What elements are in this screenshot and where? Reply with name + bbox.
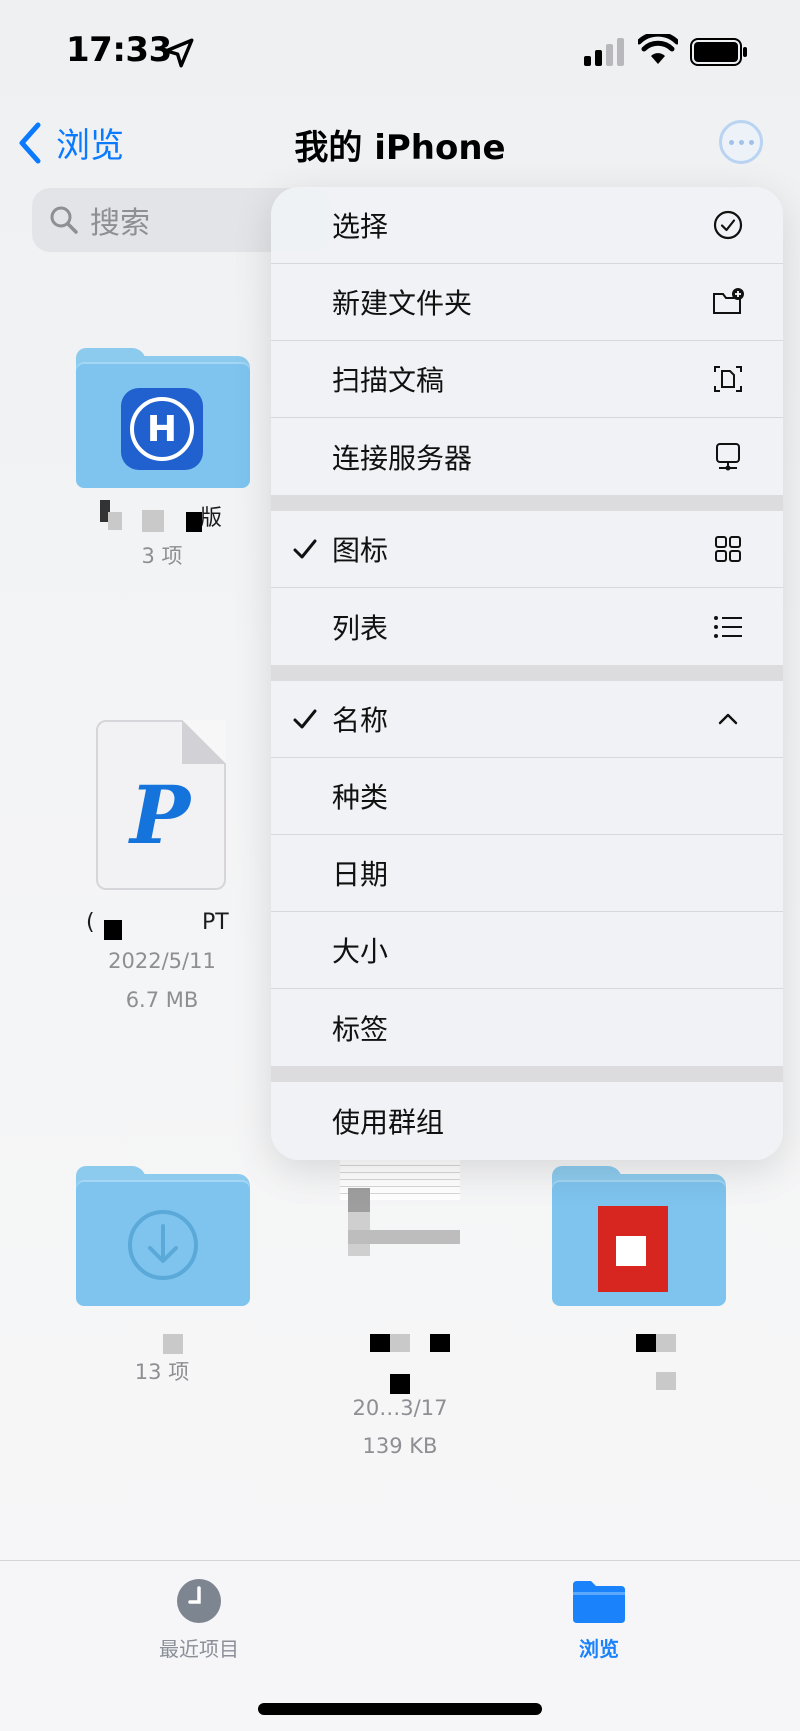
- tab-browse[interactable]: 浏览: [499, 1577, 699, 1662]
- item-subtitle: 13 项: [134, 1360, 190, 1384]
- status-time: 17:33: [66, 30, 172, 70]
- item-subtitle: 3 项: [141, 544, 183, 568]
- cellular-signal-icon: [584, 38, 624, 66]
- menu-item-list-view[interactable]: 列表: [271, 588, 783, 665]
- display-network-icon: [716, 442, 740, 470]
- checkmark-icon: [293, 709, 317, 729]
- status-bar: 17:33: [0, 0, 800, 100]
- menu-item-sort-date[interactable]: 日期: [271, 835, 783, 912]
- item-date: 20…3/17: [352, 1396, 448, 1420]
- folder-item-downloads[interactable]: [76, 1166, 250, 1326]
- menu-item-scan-documents[interactable]: 扫描文稿: [271, 341, 783, 418]
- list-bullet-icon: [714, 615, 742, 638]
- more-options-button[interactable]: [719, 120, 763, 164]
- doc-viewfinder-icon: [714, 366, 742, 392]
- menu-item-sort-tags[interactable]: 标签: [271, 989, 783, 1066]
- location-arrow-icon: [164, 38, 194, 68]
- ellipsis-icon: [728, 139, 734, 145]
- menu-item-connect-server[interactable]: 连接服务器: [271, 418, 783, 495]
- menu-item-sort-kind[interactable]: 种类: [271, 758, 783, 835]
- home-indicator: [258, 1703, 542, 1715]
- menu-item-select[interactable]: 选择: [271, 187, 783, 264]
- document-thumbnail[interactable]: [340, 1160, 470, 1280]
- item-date: 2022/5/11: [108, 949, 216, 973]
- search-placeholder: 搜索: [90, 206, 150, 241]
- checkmark-icon: [293, 539, 317, 559]
- folder-item-app[interactable]: H: [76, 348, 250, 568]
- search-icon: [50, 206, 78, 234]
- item-size: 139 KB: [362, 1434, 438, 1458]
- square-grid-icon: [715, 536, 741, 562]
- folder-icon: [552, 1166, 726, 1306]
- pages-p-icon: P: [130, 768, 191, 862]
- wifi-icon: [638, 34, 678, 64]
- item-size: 6.7 MB: [125, 988, 199, 1012]
- menu-item-icons-view[interactable]: 图标: [271, 511, 783, 588]
- folder-badge-plus-icon: [713, 288, 744, 314]
- folder-icon: [76, 1166, 250, 1306]
- menu-item-new-folder[interactable]: 新建文件夹: [271, 264, 783, 341]
- document-thumbnail[interactable]: P: [96, 720, 226, 890]
- checkmark-circle-icon: [713, 210, 743, 240]
- clock-icon: [177, 1579, 221, 1623]
- menu-item-sort-size[interactable]: 大小: [271, 912, 783, 989]
- folder-icon: H: [76, 348, 250, 488]
- options-menu: 选择 新建文件夹 扫描文稿 连接服务器 图标 列表 名称 种类 日期 大小 标签: [271, 187, 783, 1160]
- download-arrow-icon: [128, 1210, 198, 1280]
- battery-icon: [690, 38, 747, 66]
- tab-recents[interactable]: 最近项目: [99, 1577, 299, 1662]
- folder-fill-icon: [573, 1581, 625, 1623]
- app-logo-icon: H: [121, 388, 203, 470]
- menu-item-sort-name[interactable]: 名称: [271, 681, 783, 758]
- menu-item-use-groups[interactable]: 使用群组: [271, 1082, 783, 1160]
- folder-item[interactable]: [552, 1166, 726, 1326]
- chevron-up-icon: [718, 713, 738, 725]
- page-title: 我的 iPhone: [294, 128, 506, 168]
